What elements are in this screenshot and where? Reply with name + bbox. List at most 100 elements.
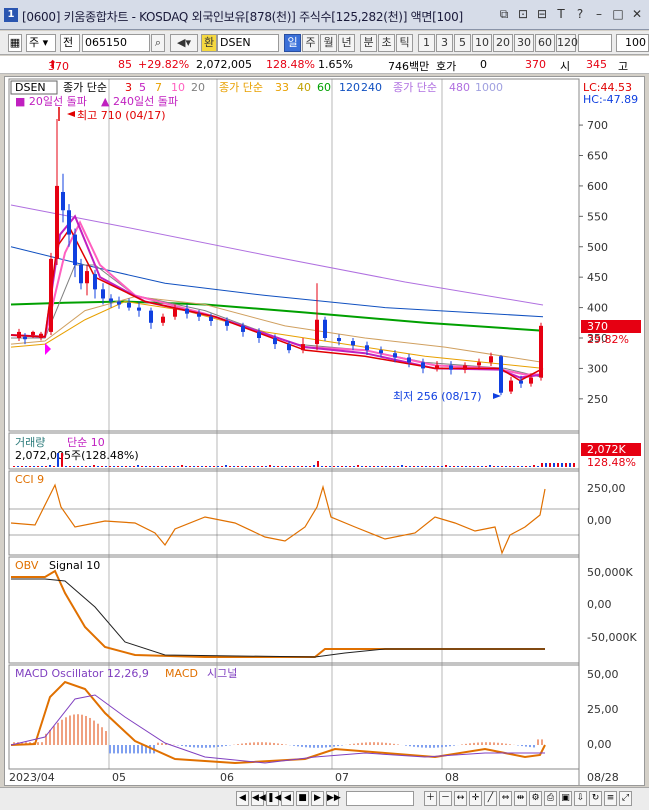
candle-body	[435, 365, 439, 369]
signal-ma20-cross: ■ 20일선 돌파	[15, 94, 87, 108]
macd-osc-bar	[221, 745, 223, 747]
timeframe-day[interactable]: 일	[284, 34, 301, 52]
stock-type-select[interactable]: 전	[60, 34, 80, 52]
minute-120[interactable]: 120	[556, 34, 578, 52]
volume-bar	[117, 466, 119, 467]
timeframe-year[interactable]: 년	[338, 34, 355, 52]
macd-osc-bar	[477, 742, 479, 745]
minute-60[interactable]: 60	[535, 34, 555, 52]
fit-icon[interactable]: ⇔	[499, 791, 512, 806]
volume-bar	[425, 466, 427, 467]
timeframe-minute[interactable]: 분	[360, 34, 377, 52]
minute-30[interactable]: 30	[514, 34, 534, 52]
volume-bar	[121, 466, 123, 467]
fast-forward-icon[interactable]: ▶▶	[326, 791, 341, 806]
stock-code-input[interactable]: 065150	[82, 34, 150, 52]
candle-body	[287, 344, 291, 351]
first-icon[interactable]: ◀	[236, 791, 249, 806]
expand-icon[interactable]: ⤢	[619, 791, 632, 806]
play-back-icon[interactable]: ◀	[281, 791, 294, 806]
lock-icon[interactable]: ⊟	[534, 6, 550, 22]
print-icon[interactable]: ⎙	[544, 791, 557, 806]
ma33-label: 33	[275, 81, 289, 94]
minute-20[interactable]: 20	[493, 34, 513, 52]
candle-body	[241, 325, 245, 332]
ma480-label: 480	[449, 81, 470, 94]
price-y-axis: 700650600550500450400350300250	[579, 119, 608, 406]
minute-3[interactable]: 3	[436, 34, 453, 52]
minimize-icon[interactable]: –	[591, 6, 607, 22]
volume-bar	[137, 465, 139, 467]
candle-body	[85, 271, 89, 284]
cci-tick-250: 250,00	[587, 482, 626, 495]
minute-1[interactable]: 1	[418, 34, 435, 52]
volume-bar	[377, 466, 379, 467]
volume-bar	[573, 463, 575, 467]
macd-osc-bar	[269, 742, 271, 745]
sound-icon[interactable]: ◀▾	[170, 34, 198, 52]
macd-osc-bar	[397, 744, 399, 745]
macd-osc-bar	[133, 745, 135, 754]
zoom-in-icon[interactable]: ＋	[424, 791, 437, 806]
timeframe-month[interactable]: 월	[320, 34, 337, 52]
macd-osc-bar	[161, 743, 163, 745]
volume-bar	[17, 466, 19, 467]
candle-body	[477, 362, 481, 366]
bar-count-input[interactable]: 100	[616, 34, 649, 52]
grid-icon[interactable]: ▦	[8, 34, 22, 52]
custom-minute-select[interactable]	[578, 34, 612, 52]
name-search-button[interactable]: 환	[201, 34, 217, 52]
zoom-out-icon[interactable]: －	[439, 791, 452, 806]
text-icon[interactable]: T	[553, 6, 569, 22]
volume-bar	[33, 466, 35, 467]
obv-tick-0: 0,00	[587, 598, 612, 611]
macd-osc-bar	[201, 745, 203, 748]
scroll-slider[interactable]	[346, 791, 414, 806]
chart-area[interactable]: DSEN 종가 단순 3 5 7 10 20 종가 단순 33 40 60 12…	[4, 76, 645, 786]
minute-5[interactable]: 5	[454, 34, 471, 52]
export-icon[interactable]: ⇩	[574, 791, 587, 806]
play-icon[interactable]: ▶	[311, 791, 324, 806]
fast-back-icon[interactable]: ◀◀	[251, 791, 266, 806]
timeframe-tick[interactable]: 틱	[396, 34, 413, 52]
volume-bar	[193, 466, 195, 467]
link-icon[interactable]: ⧉	[496, 6, 512, 22]
price-tick-label: 300	[587, 362, 608, 375]
volume-bar	[93, 465, 95, 467]
price-change-pct: +29.82%	[138, 58, 190, 71]
ruler-icon[interactable]: ↔	[454, 791, 467, 806]
stop-icon[interactable]: ■	[296, 791, 309, 806]
macd-osc-bar	[433, 745, 435, 748]
refresh-icon[interactable]: ↻	[589, 791, 602, 806]
compress-icon[interactable]: ⇹	[514, 791, 527, 806]
save-icon[interactable]: ▣	[559, 791, 572, 806]
current-price: 370 ⬆	[48, 58, 69, 73]
volume-ma-label: 단순 10	[67, 436, 105, 449]
candle-body	[365, 345, 369, 351]
candle-body	[197, 313, 201, 317]
maximize-icon[interactable]: □	[610, 6, 626, 22]
stock-name-field[interactable]: DSEN	[217, 34, 279, 52]
chart-svg[interactable]: DSEN 종가 단순 3 5 7 10 20 종가 단순 33 40 60 12…	[5, 77, 646, 787]
config-icon[interactable]: ≡	[604, 791, 617, 806]
volume-bar	[509, 466, 511, 467]
obv-label: OBV	[15, 559, 39, 572]
draw-icon[interactable]: ╱	[484, 791, 497, 806]
crosshair-icon[interactable]: ✛	[469, 791, 482, 806]
help-icon[interactable]: ?	[572, 6, 588, 22]
rewind-icon[interactable]: ❚◀	[266, 791, 281, 806]
settings-icon[interactable]: ⚙	[529, 791, 542, 806]
macd-osc-bar	[461, 744, 463, 745]
close-icon[interactable]: ✕	[629, 6, 645, 22]
dock-icon[interactable]: ⊡	[515, 6, 531, 22]
volume-bar	[161, 466, 163, 467]
svg-text:최고 710 (04/17): 최고 710 (04/17)	[77, 109, 166, 122]
macd-osc-bar	[497, 742, 499, 745]
minute-10[interactable]: 10	[472, 34, 492, 52]
search-icon[interactable]: ⌕	[151, 34, 165, 52]
period-select[interactable]: 주 ▾	[26, 34, 56, 52]
candle-body	[67, 210, 71, 235]
macd-osc-bar	[393, 743, 395, 745]
timeframe-week[interactable]: 주	[302, 34, 319, 52]
timeframe-second[interactable]: 초	[378, 34, 395, 52]
